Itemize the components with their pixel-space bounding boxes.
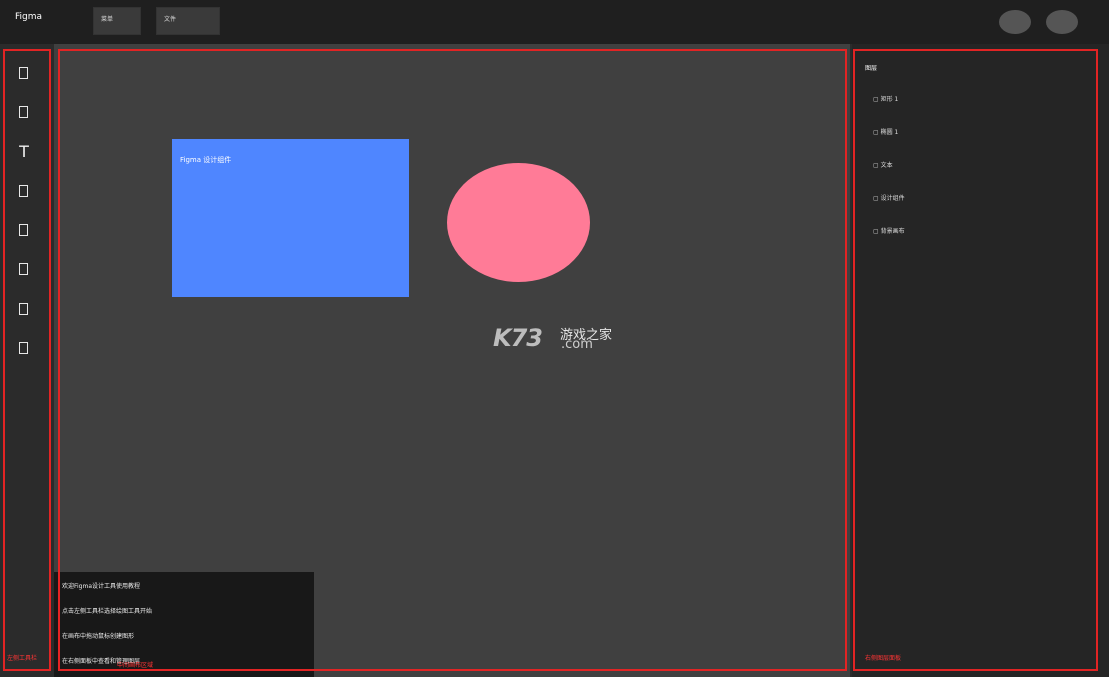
left-panel-annotation: 左侧工具栏 [7,655,38,662]
right-panel-highlight [853,49,1098,671]
canvas-highlight [58,49,847,671]
top-bar: Figma 菜单 文件 [0,0,1109,44]
app-title: Figma [15,12,43,22]
share-button[interactable] [999,10,1031,34]
menu-button-2[interactable]: 文件 [156,7,220,35]
user-avatar-button[interactable] [1046,10,1078,34]
canvas-annotation: 中间画布区域 [117,662,154,669]
right-panel-annotation: 右侧图层面板 [865,655,902,662]
menu-button-1[interactable]: 菜单 [93,7,141,35]
left-panel-highlight [3,49,51,671]
